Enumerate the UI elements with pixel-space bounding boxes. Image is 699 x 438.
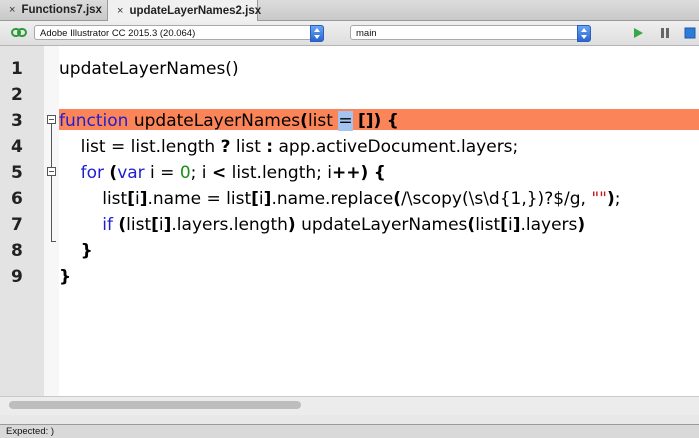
pause-icon[interactable] <box>659 27 671 39</box>
line-number: 2 <box>11 85 23 105</box>
code-line-1: updateLayerNames() <box>59 59 239 79</box>
line-number-gutter: 1 2 3 4 5 6 7 8 9 <box>0 46 44 396</box>
code-line-4: list = list.length ? list : app.activeDo… <box>59 137 519 157</box>
line-number: 8 <box>11 241 23 261</box>
status-bar: Expected: ) <box>0 424 699 438</box>
tab-bar: × Functions7.jsx × updateLayerNames2.jsx <box>0 0 699 21</box>
fold-toggle-icon[interactable] <box>47 167 56 176</box>
line-number: 3 <box>11 111 23 131</box>
tab-label: updateLayerNames2.jsx <box>129 4 262 17</box>
chevron-updown-icon[interactable] <box>310 25 324 42</box>
fold-toggle-icon[interactable] <box>47 115 56 124</box>
play-icon[interactable] <box>632 27 644 39</box>
fold-guide <box>51 124 52 241</box>
line-number: 4 <box>11 137 23 157</box>
status-message: Expected: ) <box>6 426 55 437</box>
link-icon[interactable] <box>11 27 27 38</box>
target-application-value: Adobe Illustrator CC 2015.3 (20.064) <box>40 28 196 39</box>
code-line-8: } <box>80 241 93 261</box>
code-line-7: if (list[i].layers.length) updateLayerNa… <box>102 215 586 235</box>
fold-guide-end <box>51 241 56 242</box>
line-number: 6 <box>11 189 23 209</box>
code-line-9: } <box>59 267 72 287</box>
code-line-6: list[i].name = list[i].name.replace(/\sc… <box>59 189 621 209</box>
engine-value: main <box>356 28 377 39</box>
target-application-select[interactable]: Adobe Illustrator CC 2015.3 (20.064) <box>34 25 324 42</box>
code-line-3: function updateLayerNames(list = []) { <box>59 111 399 131</box>
line-number: 7 <box>11 215 23 235</box>
tab-updatelayernames2[interactable]: × updateLayerNames2.jsx <box>108 0 262 21</box>
toolbar: Adobe Illustrator CC 2015.3 (20.064) mai… <box>0 21 699 46</box>
close-tab-icon[interactable]: × <box>9 4 15 16</box>
code-editor[interactable]: 1 2 3 4 5 6 7 8 9 updateLayerNames() fun… <box>0 46 699 396</box>
tab-label: Functions7.jsx <box>21 4 102 16</box>
line-number: 1 <box>11 59 23 79</box>
close-tab-icon[interactable]: × <box>117 5 123 17</box>
line-number: 9 <box>11 267 23 287</box>
engine-select[interactable]: main <box>350 25 591 42</box>
line-number: 5 <box>11 163 23 183</box>
scrollbar-thumb[interactable] <box>9 401 301 409</box>
chevron-updown-icon[interactable] <box>577 25 591 42</box>
tab-functions7[interactable]: × Functions7.jsx <box>0 0 108 20</box>
stop-icon[interactable] <box>684 27 696 39</box>
code-line-5: for (var i = 0; i < list.length; i++) { <box>80 163 386 183</box>
horizontal-scrollbar[interactable] <box>0 396 699 415</box>
